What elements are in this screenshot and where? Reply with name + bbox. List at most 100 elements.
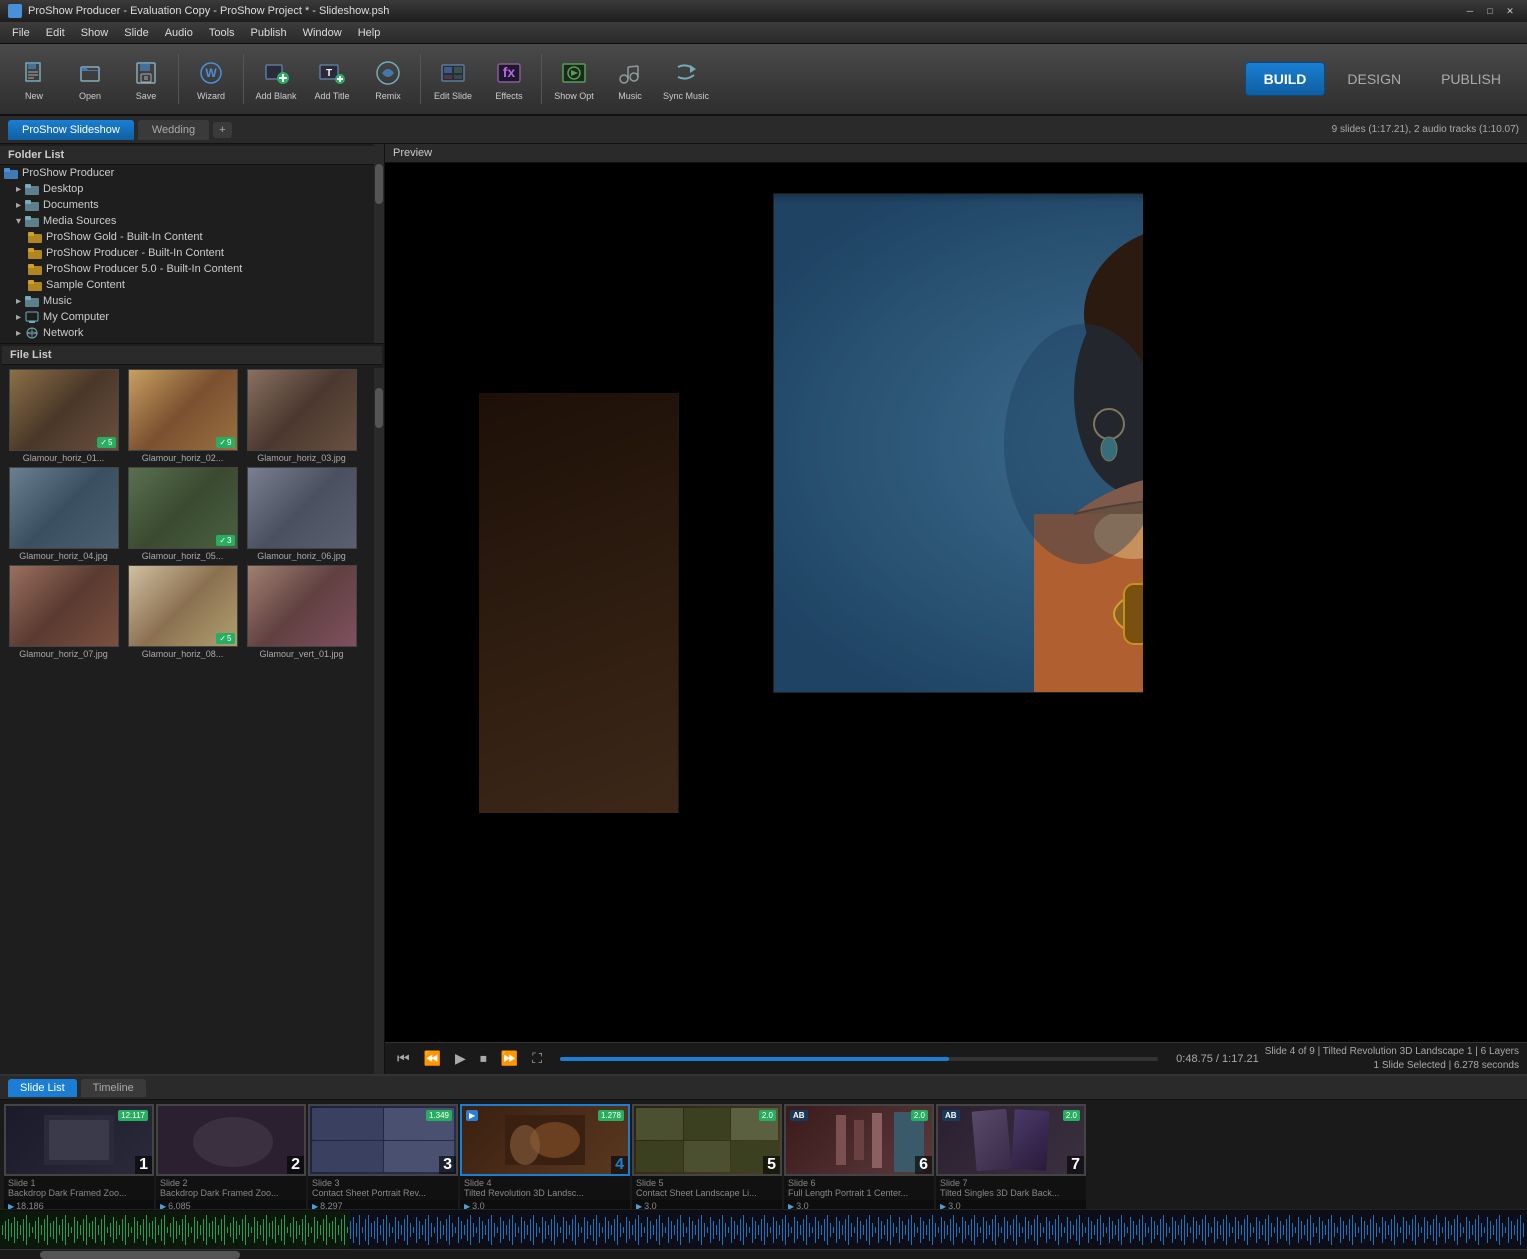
- play-to-start-button[interactable]: ⏮: [393, 1048, 414, 1069]
- file-item-4[interactable]: Glamour_horiz_04.jpg: [6, 467, 121, 561]
- bottom-tab-timeline[interactable]: Timeline: [81, 1079, 146, 1097]
- slide-play-btn-3[interactable]: ▶: [312, 1202, 318, 1210]
- slide-title-3: Slide 3: [312, 1178, 442, 1188]
- file-item-7[interactable]: Glamour_horiz_07.jpg: [6, 565, 121, 659]
- step-back-button[interactable]: ⏪: [420, 1048, 445, 1069]
- bottom-tab-slide-list[interactable]: Slide List: [8, 1079, 77, 1097]
- file-item-8[interactable]: ✓5 Glamour_horiz_08...: [125, 565, 240, 659]
- tab-proshow-slideshow[interactable]: ProShow Slideshow: [8, 120, 134, 140]
- bottom-scrollbar-h[interactable]: [0, 1249, 1527, 1259]
- slide-subtitle-3: Contact Sheet Portrait Rev...: [312, 1188, 442, 1198]
- file-item-1[interactable]: ✓5 Glamour_horiz_01...: [6, 369, 121, 463]
- slide-info-6: Slide 6 Full Length Portrait 1 Center...: [784, 1176, 934, 1200]
- slide-item-5[interactable]: 2.0 5 Slide 5 Contact Sheet Landscape Li…: [632, 1104, 782, 1209]
- file-item-5[interactable]: ✓3 Glamour_horiz_05...: [125, 467, 240, 561]
- window-title-text: ProShow Producer - Evaluation Copy - Pro…: [28, 5, 389, 17]
- slide-item-6[interactable]: 2.0 6 AB Slide 6 Full Length Portrait 1 …: [784, 1104, 934, 1209]
- menu-slide[interactable]: Slide: [116, 25, 156, 41]
- file-item-6[interactable]: Glamour_horiz_06.jpg: [244, 467, 359, 561]
- slide-item-2[interactable]: 2 Slide 2 Backdrop Dark Framed Zoo... ▶ …: [156, 1104, 306, 1209]
- add-blank-button[interactable]: Add Blank: [250, 48, 302, 110]
- folder-item-media-sources[interactable]: ▾ Media Sources: [0, 213, 384, 229]
- build-button[interactable]: BUILD: [1245, 62, 1326, 96]
- slide-num-5: 5: [763, 1156, 780, 1174]
- file-name-1: Glamour_horiz_01...: [23, 453, 105, 463]
- slide-title-4: Slide 4: [464, 1178, 594, 1188]
- show-opt-button[interactable]: Show Opt: [548, 48, 600, 110]
- step-forward-button[interactable]: ⏩: [497, 1048, 522, 1069]
- slide-item-7[interactable]: 2.0 7 AB Slide 7 Tilted Singles 3D Dark …: [936, 1104, 1086, 1209]
- close-button[interactable]: ✕: [1501, 3, 1519, 19]
- menu-tools[interactable]: Tools: [201, 25, 243, 41]
- toolbar-separator-2: [243, 54, 244, 104]
- file-thumb-1: ✓5: [9, 369, 119, 451]
- music-button[interactable]: Music: [604, 48, 656, 110]
- edit-slide-button[interactable]: Edit Slide: [427, 48, 479, 110]
- slide-play-btn-6[interactable]: ▶: [788, 1202, 794, 1210]
- design-button[interactable]: DESIGN: [1329, 63, 1419, 95]
- file-item-2[interactable]: ✓9 Glamour_horiz_02...: [125, 369, 240, 463]
- menu-edit[interactable]: Edit: [38, 25, 73, 41]
- folder-scrollbar[interactable]: [374, 144, 384, 343]
- tab-add-button[interactable]: +: [213, 122, 231, 138]
- folder-item-sample[interactable]: Sample Content: [0, 277, 384, 293]
- add-title-button[interactable]: T Add Title: [306, 48, 358, 110]
- publish-button[interactable]: PUBLISH: [1423, 63, 1519, 95]
- play-fullscreen-button[interactable]: ⛶: [528, 1048, 546, 1069]
- sync-music-button[interactable]: Sync Music: [660, 48, 712, 110]
- svg-text:fx: fx: [503, 64, 516, 80]
- slide-num-7: 7: [1067, 1156, 1084, 1174]
- menu-publish[interactable]: Publish: [243, 25, 295, 41]
- folder-item-desktop[interactable]: ▸ Desktop: [0, 181, 384, 197]
- slide-play-6: ▶ 3.0: [784, 1200, 934, 1209]
- slide-item-4[interactable]: ▶ 1.278 4 Slide 4 Tilted Revolution 3D L…: [460, 1104, 630, 1209]
- folder-item-proshow[interactable]: ProShow Producer: [0, 165, 384, 181]
- tab-wedding[interactable]: Wedding: [138, 120, 209, 140]
- window-controls: ─ □ ✕: [1461, 3, 1519, 19]
- file-item-9[interactable]: Glamour_vert_01.jpg: [244, 565, 359, 659]
- file-badge-8: ✓5: [216, 633, 234, 644]
- slide-title-6: Slide 6: [788, 1178, 918, 1188]
- menu-show[interactable]: Show: [73, 25, 117, 41]
- remix-button[interactable]: Remix: [362, 48, 414, 110]
- save-button[interactable]: Save: [120, 48, 172, 110]
- slide-info-3: Slide 3 Contact Sheet Portrait Rev...: [308, 1176, 458, 1200]
- mode-buttons: BUILD DESIGN PUBLISH: [1245, 62, 1519, 96]
- preview-progress-bar[interactable]: [560, 1057, 1158, 1061]
- slide-num-4: 4: [611, 1156, 628, 1174]
- title-bar: ProShow Producer - Evaluation Copy - Pro…: [0, 0, 1527, 22]
- minimize-button[interactable]: ─: [1461, 3, 1479, 19]
- effects-button[interactable]: fx Effects: [483, 48, 535, 110]
- preview-area: Preview: [385, 144, 1527, 1074]
- slide-item-3[interactable]: 1.349 3 Slide 3 Contact Sheet Portrait R…: [308, 1104, 458, 1209]
- slide-item-1[interactable]: 12.117 1 Slide 1 Backdrop Dark Framed Zo…: [4, 1104, 154, 1209]
- file-item-3[interactable]: Glamour_horiz_03.jpg: [244, 369, 359, 463]
- menu-file[interactable]: File: [4, 25, 38, 41]
- slide-play-btn-4[interactable]: ▶: [464, 1202, 470, 1210]
- maximize-button[interactable]: □: [1481, 3, 1499, 19]
- folder-item-documents[interactable]: ▸ Documents: [0, 197, 384, 213]
- folder-item-proshow-50[interactable]: ProShow Producer 5.0 - Built-In Content: [0, 261, 384, 277]
- new-button[interactable]: New: [8, 48, 60, 110]
- slide-thumb-5: 2.0 5: [632, 1104, 782, 1176]
- slide-play-btn-5[interactable]: ▶: [636, 1202, 642, 1210]
- menu-window[interactable]: Window: [295, 25, 350, 41]
- menu-help[interactable]: Help: [350, 25, 389, 41]
- folder-item-proshow-gold[interactable]: ProShow Gold - Built-In Content: [0, 229, 384, 245]
- slide-info-7: Slide 7 Tilted Singles 3D Dark Back...: [936, 1176, 1086, 1200]
- slide-play-btn-1[interactable]: ▶: [8, 1202, 14, 1210]
- menu-audio[interactable]: Audio: [157, 25, 201, 41]
- folder-item-music[interactable]: ▸ Music: [0, 293, 384, 309]
- open-button[interactable]: Open: [64, 48, 116, 110]
- stop-button[interactable]: ⏹: [476, 1048, 491, 1069]
- add-title-label: Add Title: [314, 91, 349, 101]
- wizard-button[interactable]: W Wizard: [185, 48, 237, 110]
- slide-play-btn-2[interactable]: ▶: [160, 1202, 166, 1210]
- folder-item-my-computer[interactable]: ▸ My Computer: [0, 309, 384, 325]
- sync-music-label: Sync Music: [663, 91, 709, 101]
- folder-item-network[interactable]: ▸ Network: [0, 325, 384, 341]
- slide-play-btn-7[interactable]: ▶: [940, 1202, 946, 1210]
- play-button[interactable]: ▶: [451, 1048, 470, 1069]
- folder-item-proshow-producer-builtin[interactable]: ProShow Producer - Built-In Content: [0, 245, 384, 261]
- file-scrollbar[interactable]: [374, 368, 384, 1074]
